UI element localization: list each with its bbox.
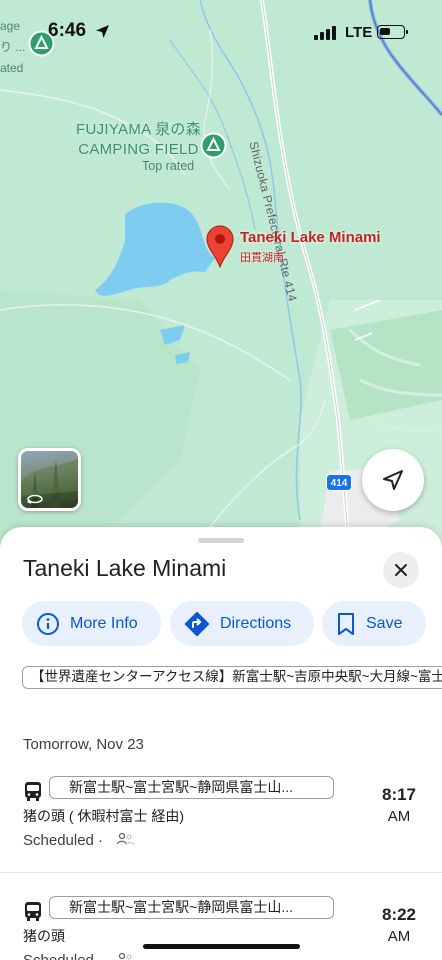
rotate-360-icon (27, 494, 43, 504)
sheet-drag-handle[interactable] (198, 538, 244, 543)
status-bar: 6:46 LTE (0, 0, 442, 54)
campground-pin-icon[interactable] (28, 30, 55, 57)
trip-status: Scheduled · (23, 832, 104, 849)
trip-route-chip: 新富士駅~富士宮駅~静岡県富士山... (49, 776, 334, 799)
close-button[interactable] (383, 552, 419, 588)
bookmark-icon (338, 612, 354, 635)
campground-rating: Top rated (142, 159, 195, 173)
departure-time: 8:22 (381, 905, 417, 924)
crowd-level-icon (116, 832, 135, 845)
street-view-thumbnail[interactable] (18, 448, 81, 511)
directions-icon (184, 611, 210, 636)
row-divider (0, 872, 442, 873)
selected-place-label[interactable]: Taneki Lake Minami (240, 229, 381, 246)
trip-via: 猪の頭 (23, 928, 65, 944)
corner-label-line: り ... (0, 40, 26, 54)
signal-icon (314, 26, 338, 40)
more-info-button[interactable]: More Info (22, 601, 161, 646)
map-view[interactable]: 6:46 LTE age り ... ated FUJIYAMA 泉の森 CAM… (0, 0, 442, 560)
corner-label-line: ated (0, 61, 24, 75)
crowd-level-icon (118, 952, 132, 960)
place-bottom-sheet[interactable]: Taneki Lake Minami More Info Directions … (0, 527, 442, 960)
trip-via: 猪の頭 ( 休暇村富士 経由) (23, 808, 184, 824)
more-info-label: More Info (70, 614, 138, 632)
info-icon (37, 612, 59, 635)
directions-button[interactable]: Directions (170, 601, 314, 646)
trip-status: Scheduled · (23, 952, 103, 960)
my-location-button[interactable] (362, 449, 424, 511)
campground-name-line2: CAMPING FIELD (78, 141, 199, 158)
save-label: Save (366, 614, 403, 632)
network-type: LTE (345, 24, 373, 41)
departure-ampm: AM (387, 928, 411, 945)
save-button[interactable]: Save (322, 601, 426, 646)
bus-icon (25, 902, 41, 921)
route-shield: 414 (326, 474, 352, 491)
departure-time: 8:17 (381, 785, 417, 804)
directions-label: Directions (220, 614, 292, 632)
trip-route-chip: 新富士駅~富士宮駅~静岡県富士山... (49, 896, 334, 919)
departure-row[interactable]: 新富士駅~富士宮駅~静岡県富士山... 猪の頭 ( 休暇村富士 経由) Sche… (0, 776, 442, 886)
location-arrow-icon (96, 25, 109, 38)
close-icon (395, 564, 407, 576)
navigation-arrow-icon (383, 470, 403, 490)
transit-route-chip[interactable]: 【世界遺産センターアクセス線】新富士駅~吉原中央駅~大月線~富士 (22, 666, 442, 689)
home-indicator[interactable] (143, 944, 300, 949)
map-corner-label[interactable]: age り ... ated (0, 16, 25, 79)
campground-name-line1: FUJIYAMA 泉の森 (76, 121, 201, 138)
bus-icon (25, 782, 41, 801)
corner-label-line: age (0, 19, 21, 33)
departure-row[interactable]: 新富士駅~富士宮駅~静岡県富士山... 猪の頭 Scheduled · 8:22… (0, 896, 442, 960)
campground-label[interactable]: FUJIYAMA 泉の森 CAMPING FIELD (76, 120, 201, 160)
departure-ampm: AM (387, 808, 411, 825)
departure-date: Tomorrow, Nov 23 (23, 736, 144, 753)
selected-place-local-name: 田貫湖南 (240, 252, 284, 264)
campground-pin-icon[interactable] (200, 132, 227, 159)
place-title: Taneki Lake Minami (23, 555, 227, 581)
selected-place-pin-icon[interactable] (205, 224, 235, 268)
battery-icon (377, 25, 408, 39)
